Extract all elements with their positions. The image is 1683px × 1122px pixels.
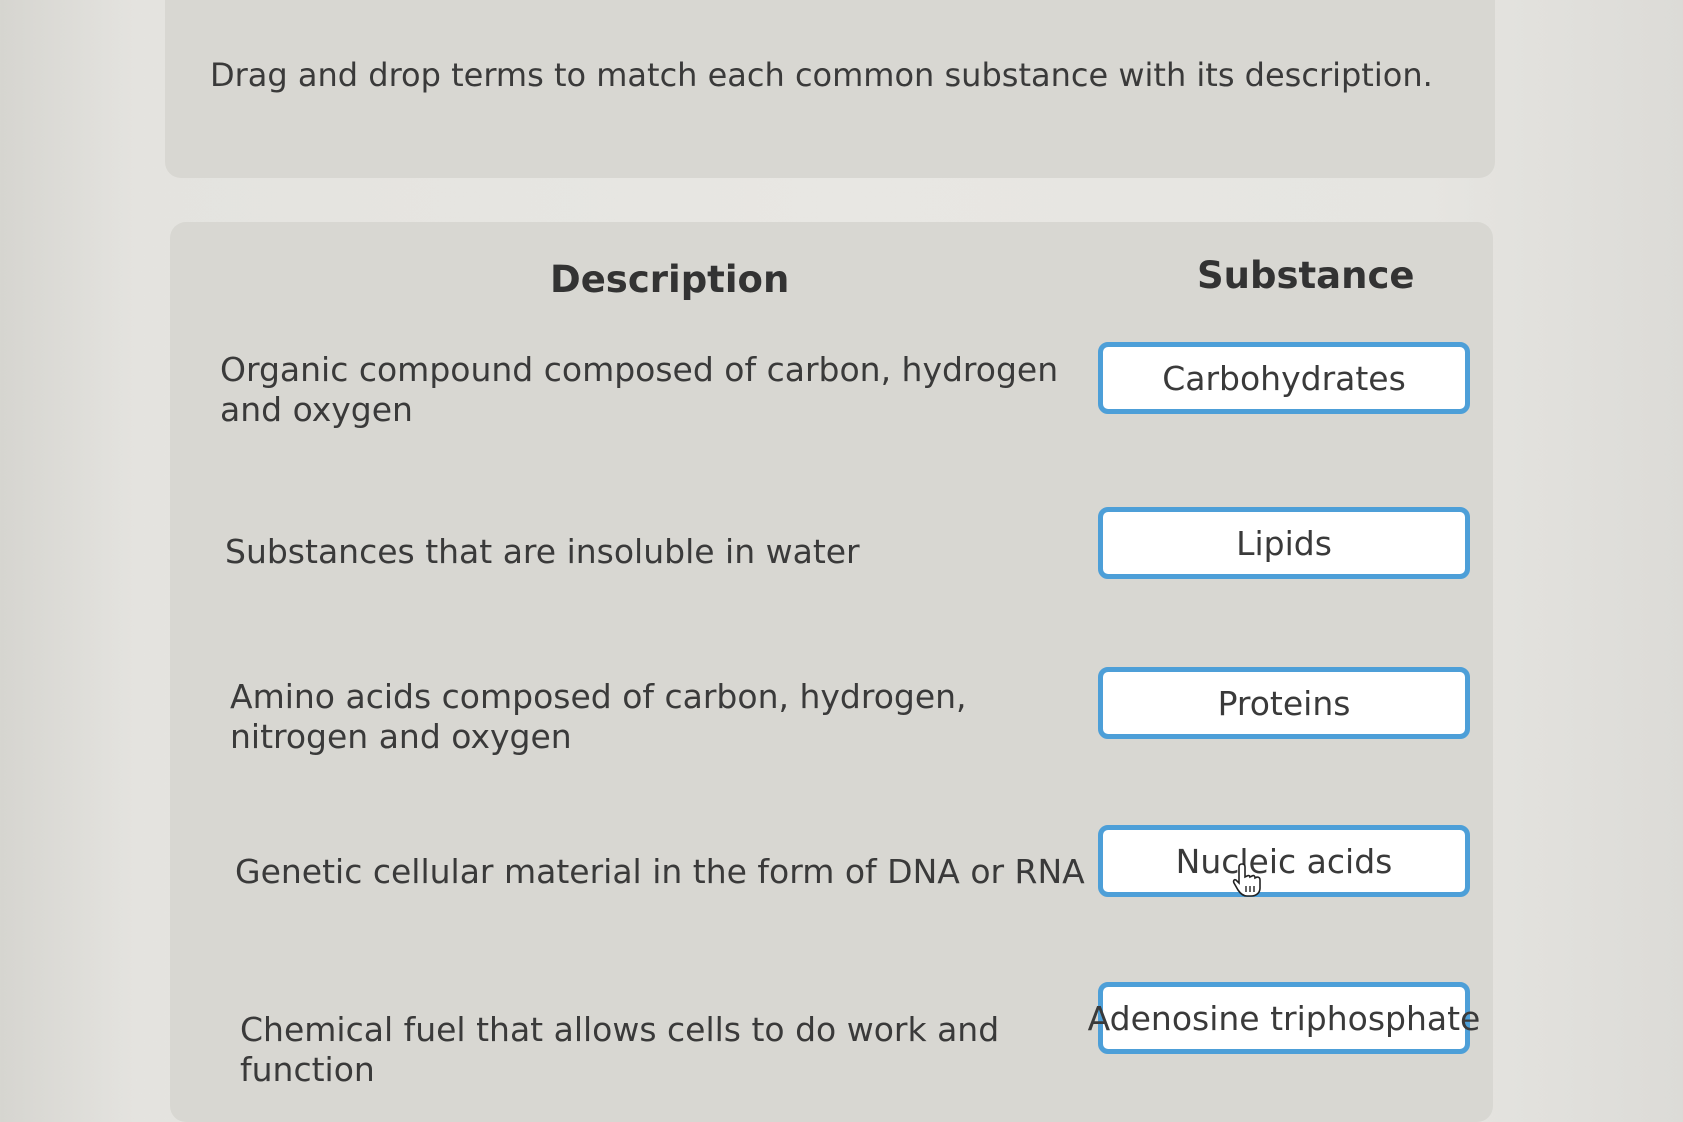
description-lipids: Substances that are insoluble in water [225,532,860,571]
term-carbohydrates[interactable]: Carbohydrates [1098,342,1470,414]
term-lipids[interactable]: Lipids [1098,507,1470,579]
term-proteins[interactable]: Proteins [1098,667,1470,739]
description-carbohydrates: Organic compound composed of carbon, hyd… [220,350,1059,429]
substance-header: Substance [1197,254,1415,297]
term-nucleic-acids[interactable]: Nucleic acids [1098,825,1470,897]
description-proteins: Amino acids composed of carbon, hydrogen… [230,677,967,756]
description-nucleic-acids: Genetic cellular material in the form of… [235,852,1085,891]
term-adenosine-triphosphate[interactable]: Adenosine triphosphate [1088,982,1480,1054]
prompt-text: Drag and drop terms to match each common… [210,56,1433,94]
prompt-card: Drag and drop terms to match each common… [165,0,1495,178]
description-atp: Chemical fuel that allows cells to do wo… [240,1010,1000,1089]
matching-table: Description Substance Organic compound c… [170,222,1493,1122]
description-header: Description [550,258,790,301]
hand-pointer-icon [1232,863,1261,897]
